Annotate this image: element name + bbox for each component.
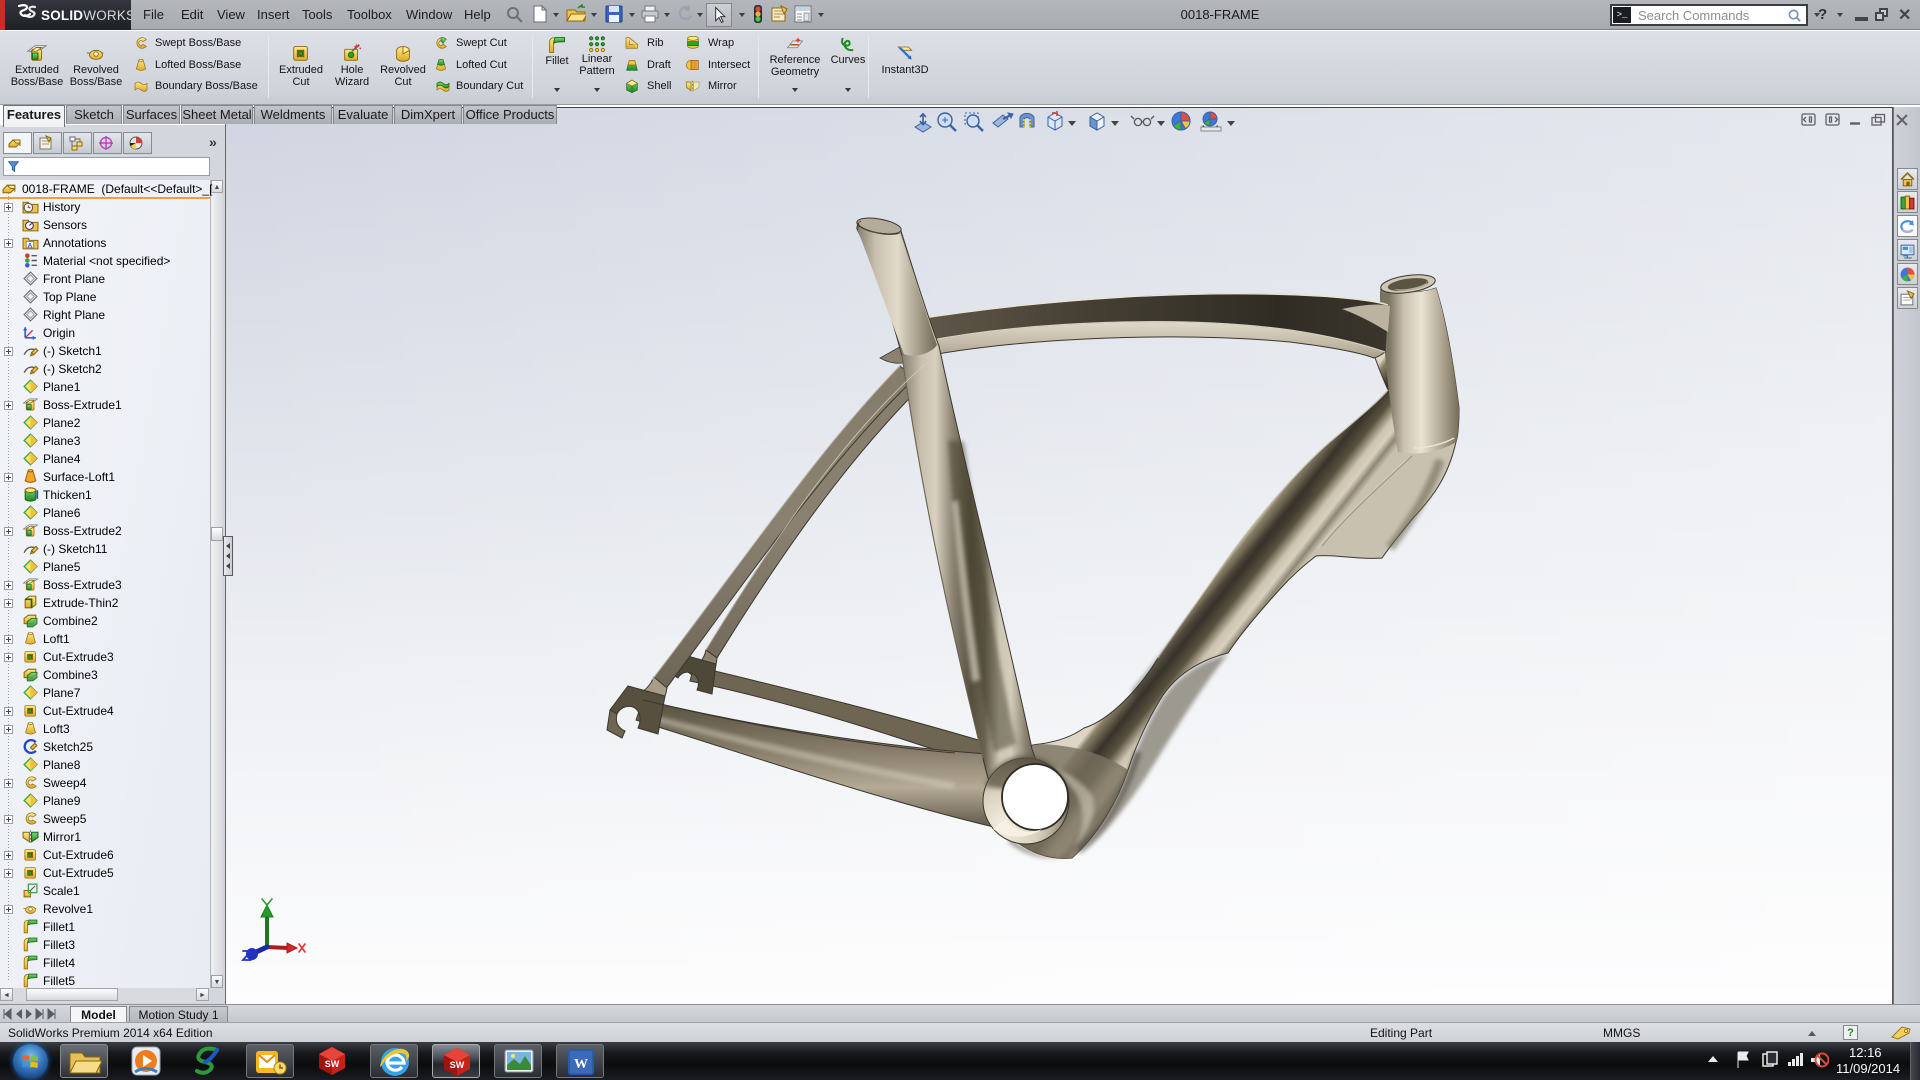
- svg-text:SW: SW: [325, 1059, 340, 1069]
- svg-text:SOLIDWORKS: SOLIDWORKS: [41, 8, 131, 23]
- svg-text:W: W: [574, 1057, 588, 1072]
- svg-text:SW: SW: [450, 1060, 465, 1070]
